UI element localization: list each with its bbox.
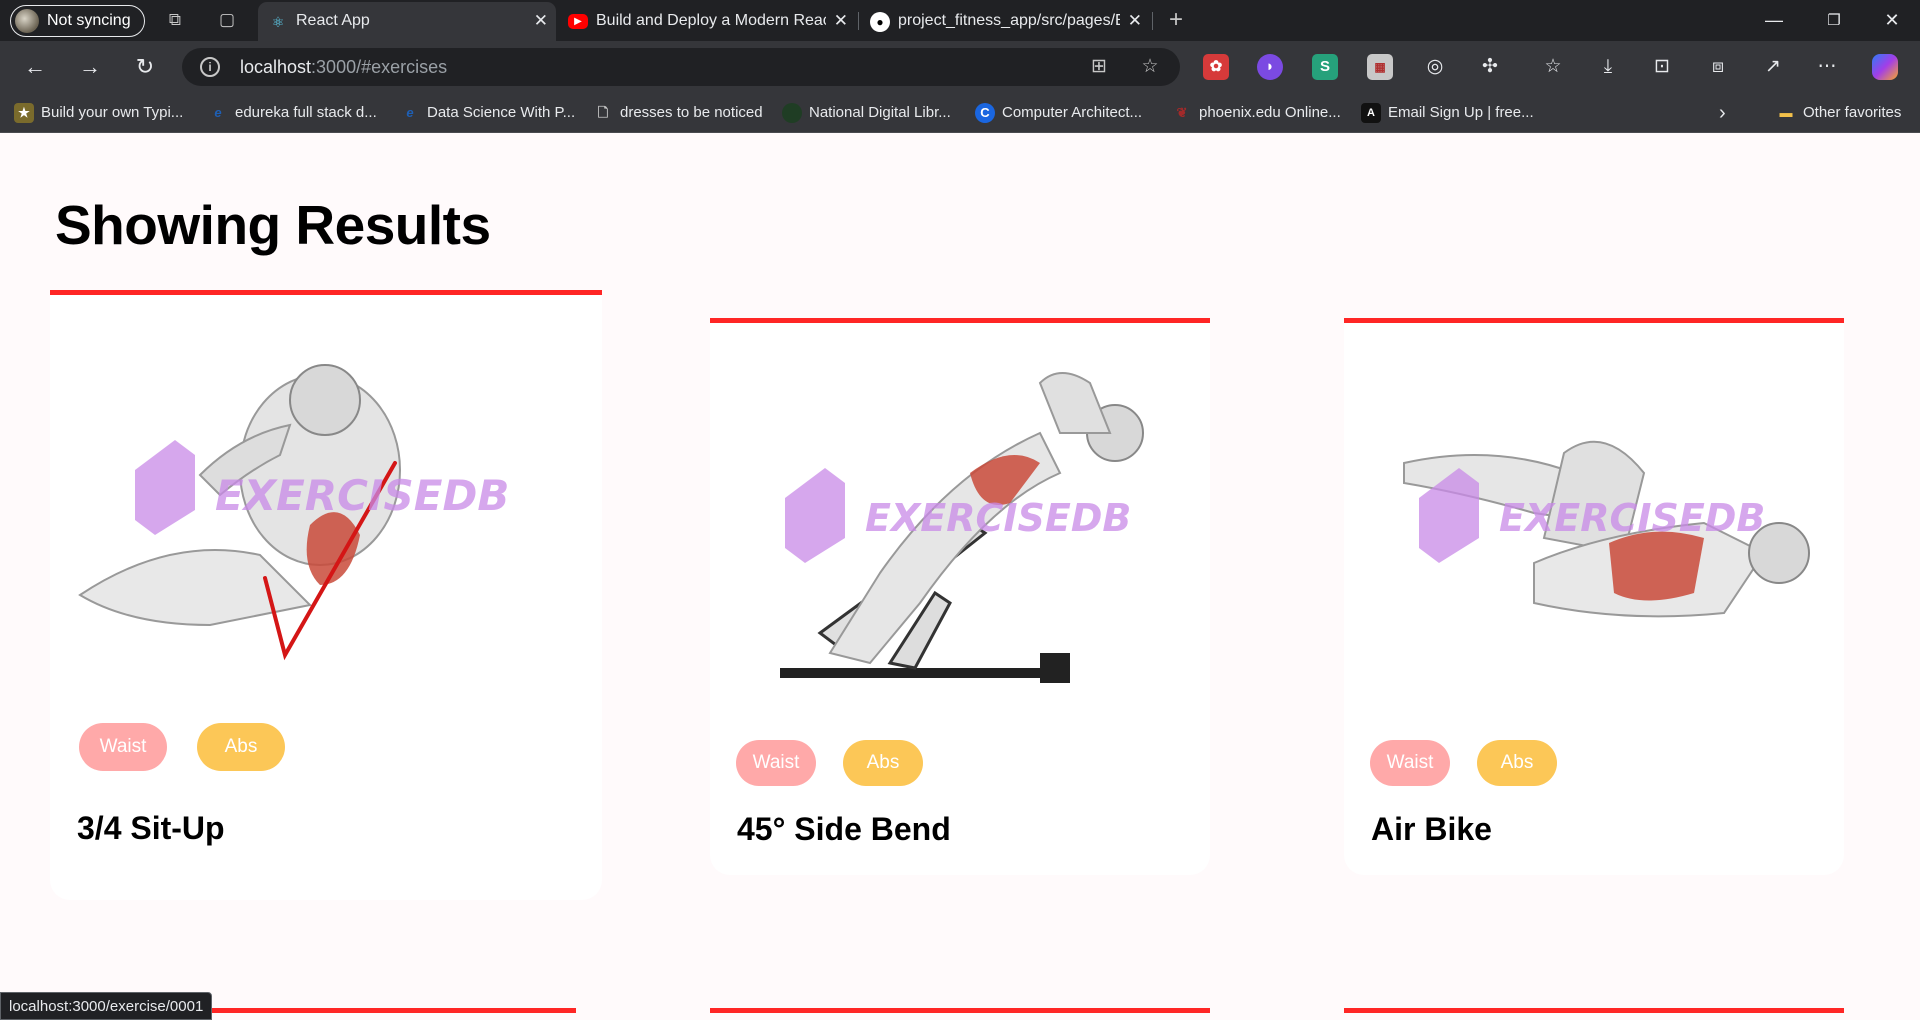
extension-red-icon[interactable]: ✿: [1203, 54, 1229, 80]
forward-icon[interactable]: →: [75, 52, 105, 82]
more-bookmarks-chevron-icon[interactable]: ›: [1719, 101, 1726, 125]
extension-grid-icon[interactable]: ▦: [1367, 54, 1393, 80]
extension-target-icon[interactable]: ◎: [1422, 54, 1448, 80]
minimize-icon[interactable]: —: [1746, 0, 1802, 41]
workspaces-icon[interactable]: ⧉: [164, 9, 186, 31]
svg-text:EXERCISEDB: EXERCISEDB: [215, 471, 509, 520]
tab-title: React App: [296, 12, 370, 29]
exercise-name: 3/4 Sit-Up: [77, 810, 225, 846]
other-favorites[interactable]: ▬ Other favorites: [1776, 101, 1902, 125]
reload-icon[interactable]: ↻: [130, 52, 160, 82]
tag-abs-button[interactable]: Abs: [1477, 740, 1557, 786]
bookmark-item[interactable]: C Computer Architect...: [975, 101, 1142, 125]
edureka-icon: e: [406, 105, 414, 120]
bookmark-item[interactable]: ★ Build your own Typi...: [14, 101, 183, 125]
tab-github[interactable]: ● project_fitness_app/src/pages/Exe ✕: [860, 2, 1150, 41]
situp-illustration: EXERCISEDB: [78, 364, 509, 661]
close-icon[interactable]: ✕: [1128, 2, 1142, 40]
bookmarks-bar: ★ Build your own Typi... e edureka full st…: [0, 93, 1920, 133]
next-card-top-rule: [1344, 1008, 1844, 1013]
exercise-name: 45° Side Bend: [737, 811, 951, 847]
react-icon: ⚛: [271, 14, 285, 30]
close-icon[interactable]: ✕: [834, 2, 848, 40]
profile-label: Not syncing: [47, 12, 131, 29]
exercise-name: Air Bike: [1371, 811, 1492, 847]
screenshot-icon[interactable]: ⊡: [1649, 54, 1675, 80]
tab-bar: Not syncing ⧉ ▢ ⚛ React App ✕ ▶ Build an…: [0, 0, 1920, 41]
restore-icon[interactable]: ❐: [1806, 0, 1862, 41]
library-icon: [782, 103, 802, 123]
tab-separator: [858, 12, 859, 30]
angular-icon: A: [1361, 103, 1381, 123]
c-icon: C: [975, 103, 995, 123]
tab-actions-icon[interactable]: ▢: [216, 9, 238, 31]
tab-title: Build and Deploy a Modern React: [596, 12, 826, 29]
avatar: [15, 9, 39, 33]
status-bar-url: localhost:3000/exercise/0001: [0, 992, 213, 1020]
new-tab-icon[interactable]: +: [1165, 8, 1187, 32]
extensions-icon[interactable]: ✣: [1477, 54, 1503, 80]
copilot-icon[interactable]: [1872, 54, 1898, 80]
tab-react-app[interactable]: ⚛ React App ✕: [258, 2, 556, 41]
bookmark-item[interactable]: ❦ phoenix.edu Online...: [1172, 101, 1341, 125]
youtube-icon: ▶: [568, 14, 588, 29]
site-info-icon[interactable]: i: [200, 57, 220, 77]
exercises-page: Showing Results EXERCISEDB Waist Abs 3/4…: [0, 133, 1920, 1020]
tag-waist-button[interactable]: Waist: [1370, 740, 1450, 786]
exercise-card[interactable]: EXERCISEDB Waist Abs Air Bike: [1344, 318, 1844, 875]
bookmark-item[interactable]: e Data Science With P...: [400, 101, 575, 125]
close-icon[interactable]: ✕: [534, 2, 548, 40]
tag-waist-button[interactable]: Waist: [79, 723, 167, 771]
toolbar: ← → ↻ i localhost:3000/#exercises ⊞ ☆ ✿ …: [0, 41, 1920, 93]
bookmark-item[interactable]: A Email Sign Up | free...: [1361, 101, 1534, 125]
tag-waist-button[interactable]: Waist: [736, 740, 816, 786]
app-available-icon[interactable]: ⊞: [1087, 55, 1111, 79]
exercise-card[interactable]: EXERCISEDB Waist Abs 45° Side Bend: [710, 318, 1210, 875]
tab-title: project_fitness_app/src/pages/Exe: [898, 12, 1120, 29]
address-url[interactable]: localhost:3000/#exercises: [240, 48, 447, 86]
tab-youtube[interactable]: ▶ Build and Deploy a Modern React ✕: [558, 2, 856, 41]
github-icon: ●: [870, 12, 890, 32]
downloads-icon[interactable]: ⤓: [1595, 54, 1621, 80]
more-options-icon[interactable]: ⋯: [1814, 54, 1840, 80]
favorites-icon[interactable]: ☆: [1540, 54, 1566, 80]
extension-purple-icon[interactable]: ◗: [1257, 54, 1283, 80]
share-icon[interactable]: ↗: [1760, 54, 1786, 80]
svg-text:EXERCISEDB: EXERCISEDB: [1499, 496, 1765, 540]
phoenix-icon: ❦: [1176, 105, 1188, 120]
tab-separator: [1152, 12, 1153, 30]
exercise-image[interactable]: EXERCISEDB: [1344, 323, 1844, 713]
svg-text:EXERCISEDB: EXERCISEDB: [865, 496, 1131, 540]
bookmark-item[interactable]: e edureka full stack d...: [208, 101, 376, 125]
page-title: Showing Results: [55, 194, 491, 256]
favorite-star-icon[interactable]: ☆: [1138, 55, 1162, 79]
address-bar[interactable]: i localhost:3000/#exercises ⊞ ☆: [182, 48, 1180, 86]
window-close-icon[interactable]: ✕: [1864, 0, 1920, 41]
tag-abs-button[interactable]: Abs: [843, 740, 923, 786]
bookmark-item[interactable]: National Digital Libr...: [782, 101, 951, 125]
folder-icon: ▬: [1779, 105, 1793, 120]
exercise-image[interactable]: EXERCISEDB: [50, 295, 602, 707]
exercise-image[interactable]: EXERCISEDB: [710, 323, 1210, 713]
collections-icon[interactable]: ⧈: [1705, 54, 1731, 80]
air-bike-illustration: EXERCISEDB: [1403, 440, 1810, 618]
extension-s-icon[interactable]: S: [1312, 54, 1338, 80]
next-card-top-rule: [710, 1008, 1210, 1013]
page-icon: 🗋: [597, 105, 609, 120]
edureka-icon: e: [214, 105, 222, 120]
bookmark-item[interactable]: 🗋 dresses to be noticed: [593, 101, 763, 125]
ninja-icon: ★: [14, 103, 34, 123]
back-icon[interactable]: ←: [20, 52, 50, 82]
profile-button[interactable]: Not syncing: [10, 5, 145, 37]
side-bend-illustration: EXERCISEDB: [780, 372, 1144, 683]
tag-abs-button[interactable]: Abs: [197, 723, 285, 771]
exercise-card[interactable]: EXERCISEDB Waist Abs 3/4 Sit-Up: [50, 295, 602, 900]
